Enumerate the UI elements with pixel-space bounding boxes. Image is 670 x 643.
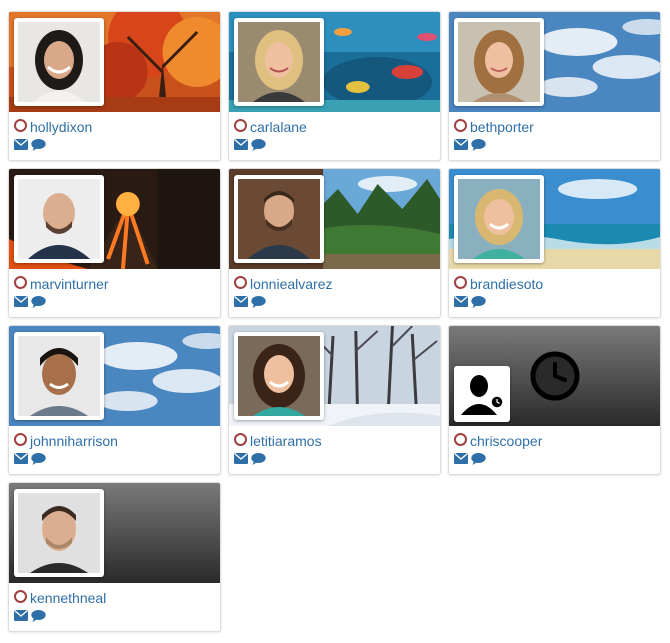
envelope-icon[interactable]: [14, 139, 28, 150]
avatar[interactable]: [14, 18, 104, 106]
username-link[interactable]: letitiaramos: [250, 433, 322, 449]
username-link[interactable]: hollydixon: [30, 119, 92, 135]
user-card: chriscooper: [448, 325, 661, 475]
user-card: hollydixon: [8, 11, 221, 161]
avatar[interactable]: [234, 332, 324, 420]
avatar[interactable]: [454, 366, 510, 422]
envelope-icon[interactable]: [454, 296, 468, 307]
username-link[interactable]: lonniealvarez: [250, 276, 333, 292]
status-circle-icon: [454, 276, 467, 290]
default-user-icon: [457, 369, 507, 419]
user-card: marvinturner: [8, 168, 221, 318]
avatar[interactable]: [454, 175, 544, 263]
envelope-icon[interactable]: [14, 453, 28, 464]
status-circle-icon: [234, 119, 247, 133]
avatar[interactable]: [234, 175, 324, 263]
speech-bubble-icon[interactable]: [471, 296, 486, 308]
user-card: bethporter: [448, 11, 661, 161]
envelope-icon[interactable]: [234, 296, 248, 307]
status-circle-icon: [454, 433, 467, 447]
status-circle-icon: [234, 433, 247, 447]
username-link[interactable]: chriscooper: [470, 433, 542, 449]
username-link[interactable]: bethporter: [470, 119, 534, 135]
envelope-icon[interactable]: [14, 296, 28, 307]
username-link[interactable]: kennethneal: [30, 590, 106, 606]
speech-bubble-icon[interactable]: [251, 453, 266, 465]
user-card-grid: hollydixon carlalane bethporter marvintu…: [0, 0, 670, 643]
envelope-icon[interactable]: [234, 453, 248, 464]
speech-bubble-icon[interactable]: [251, 139, 266, 151]
speech-bubble-icon[interactable]: [471, 139, 486, 151]
envelope-icon[interactable]: [454, 453, 468, 464]
speech-bubble-icon[interactable]: [31, 296, 46, 308]
username-link[interactable]: marvinturner: [30, 276, 109, 292]
envelope-icon[interactable]: [14, 610, 28, 621]
user-card: kennethneal: [8, 482, 221, 632]
clock-icon: [529, 350, 581, 402]
user-card: johnniharrison: [8, 325, 221, 475]
avatar[interactable]: [454, 18, 544, 106]
status-circle-icon: [14, 276, 27, 290]
envelope-icon[interactable]: [454, 139, 468, 150]
user-card: carlalane: [228, 11, 441, 161]
speech-bubble-icon[interactable]: [31, 610, 46, 622]
speech-bubble-icon[interactable]: [31, 139, 46, 151]
avatar[interactable]: [234, 18, 324, 106]
status-circle-icon: [14, 119, 27, 133]
status-circle-icon: [14, 590, 27, 604]
username-link[interactable]: johnniharrison: [30, 433, 118, 449]
status-circle-icon: [454, 119, 467, 133]
speech-bubble-icon[interactable]: [471, 453, 486, 465]
speech-bubble-icon[interactable]: [31, 453, 46, 465]
username-link[interactable]: brandiesoto: [470, 276, 543, 292]
envelope-icon[interactable]: [234, 139, 248, 150]
avatar[interactable]: [14, 489, 104, 577]
user-card: brandiesoto: [448, 168, 661, 318]
avatar[interactable]: [14, 332, 104, 420]
user-card: lonniealvarez: [228, 168, 441, 318]
avatar[interactable]: [14, 175, 104, 263]
username-link[interactable]: carlalane: [250, 119, 307, 135]
status-circle-icon: [14, 433, 27, 447]
user-card: letitiaramos: [228, 325, 441, 475]
status-circle-icon: [234, 276, 247, 290]
speech-bubble-icon[interactable]: [251, 296, 266, 308]
